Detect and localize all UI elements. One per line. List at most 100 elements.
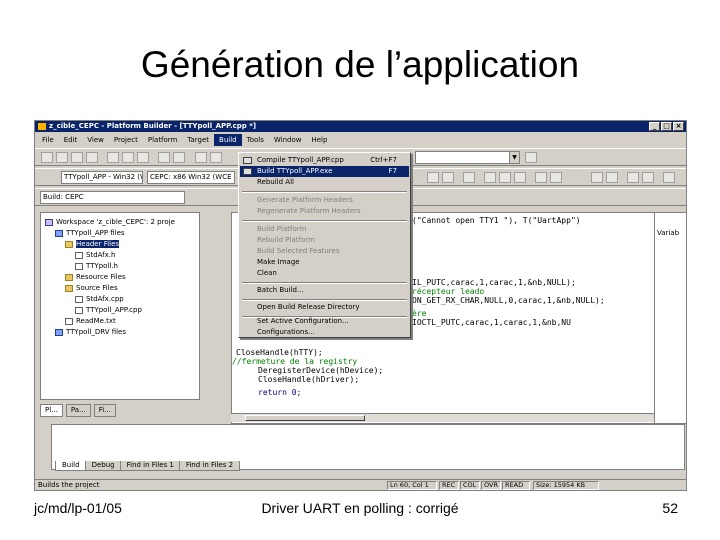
target-icon[interactable] <box>535 172 547 183</box>
tree-item-app-cpp[interactable]: TTYpoll_APP.cpp <box>75 305 142 315</box>
menu-item-generate-headers[interactable]: Generate Platform Headers <box>240 195 409 206</box>
compile-icon[interactable] <box>427 172 439 183</box>
code-line: DeregisterDevice(hDevice); <box>258 366 384 375</box>
breakpoint-icon[interactable] <box>499 172 511 183</box>
bookmark-icon[interactable] <box>627 172 639 183</box>
project-config-combo[interactable]: TTYpoll_APP - Win32 (WCE x86) Debug <box>61 171 143 184</box>
scroll-thumb[interactable] <box>245 415 365 421</box>
tree-item-header-files[interactable]: Header Files <box>65 239 120 249</box>
compile-icon <box>243 157 252 164</box>
menu-item-regenerate-headers[interactable]: Regenerate Platform Headers <box>240 206 409 217</box>
tab-files[interactable]: Fi... <box>93 404 116 417</box>
menu-item-build-selected[interactable]: Build Selected Features <box>240 246 409 257</box>
tree-item-app-project[interactable]: TTYpoll_APP files <box>55 228 125 238</box>
maximize-button[interactable]: □ <box>661 122 672 131</box>
output-icon[interactable] <box>210 152 222 163</box>
forward-icon[interactable] <box>606 172 618 183</box>
window-title: z_cible_CEPC - Platform Builder - [TTYpo… <box>49 122 257 130</box>
copy-icon[interactable] <box>122 152 134 163</box>
menu-item-batch-build[interactable]: Batch Build... <box>240 285 409 296</box>
stop-build-icon[interactable] <box>463 172 475 183</box>
find-in-files-icon[interactable] <box>525 152 537 163</box>
tab-find-in-files-1[interactable]: Find in Files 1 <box>119 461 181 471</box>
panel-grip[interactable] <box>40 424 52 470</box>
project-icon <box>55 229 63 237</box>
back-icon[interactable] <box>591 172 603 183</box>
menu-item-compile[interactable]: Compile TTYpoll_APP.cpp Ctrl+F7 <box>240 155 409 166</box>
statusbar: Builds the project Ln 60, Col 1 REC COL … <box>35 479 686 490</box>
menu-item-clean[interactable]: Clean <box>240 268 409 279</box>
tree-item-ttypoll-h[interactable]: TTYpoll.h <box>75 261 118 271</box>
tree-item-workspace[interactable]: Workspace 'z_cible_CEPC': 2 proje <box>45 217 175 227</box>
menu-window[interactable]: Window <box>269 134 307 146</box>
menu-item-open-release-dir[interactable]: Open Build Release Directory <box>240 302 409 313</box>
output-tabs: Build Debug Find in Files 1 Find in File… <box>55 461 241 471</box>
tree-item-drv-project[interactable]: TTYpoll_DRV files <box>55 327 126 337</box>
minimize-button[interactable]: _ <box>649 122 660 131</box>
menu-project[interactable]: Project <box>109 134 143 146</box>
workspace-tree: Workspace 'z_cible_CEPC': 2 proje TTYpol… <box>40 212 200 400</box>
new-file-icon[interactable] <box>41 152 53 163</box>
connect-icon[interactable] <box>550 172 562 183</box>
menu-item-build-exe[interactable]: Build TTYpoll_APP.exe F7 <box>240 166 409 177</box>
editor-hscrollbar[interactable] <box>231 413 655 422</box>
open-file-icon[interactable] <box>56 152 68 163</box>
chevron-down-icon: ▼ <box>509 152 519 163</box>
next-bookmark-icon[interactable] <box>642 172 654 183</box>
build-menu: Compile TTYpoll_APP.cpp Ctrl+F7 Build TTY… <box>238 152 411 338</box>
tab-parameters[interactable]: Pa... <box>65 404 91 417</box>
build-config-combo[interactable]: Build: CEPC <box>40 191 185 204</box>
menu-item-rebuild-all[interactable]: Rebuild All <box>240 177 409 188</box>
menu-view[interactable]: View <box>82 134 109 146</box>
close-button[interactable]: × <box>673 122 684 131</box>
build-icon[interactable] <box>442 172 454 183</box>
tab-find-in-files-2[interactable]: Find in Files 2 <box>178 461 241 471</box>
tree-item-stdafx-cpp[interactable]: StdAfx.cpp <box>75 294 124 304</box>
go-icon[interactable] <box>484 172 496 183</box>
save-icon[interactable] <box>71 152 83 163</box>
status-position: Ln 60, Col 1 <box>387 481 437 490</box>
menu-item-set-active-config[interactable]: Set Active Configuration... <box>240 316 409 327</box>
tree-item-source-files[interactable]: Source Files <box>65 283 118 293</box>
page-number: 52 <box>662 500 678 516</box>
menu-platform[interactable]: Platform <box>143 134 183 146</box>
tab-platform[interactable]: Pl... <box>40 404 63 417</box>
help-icon[interactable] <box>663 172 675 183</box>
find-combo[interactable]: ▼ <box>415 151 520 164</box>
tree-item-resource-files[interactable]: Resource Files <box>65 272 126 282</box>
folder-icon <box>65 284 73 292</box>
step-icon[interactable] <box>514 172 526 183</box>
file-icon <box>75 251 83 259</box>
menu-item-build-platform[interactable]: Build Platform <box>240 224 409 235</box>
variables-label: Variab <box>657 229 680 237</box>
redo-icon[interactable] <box>173 152 185 163</box>
menu-build[interactable]: Build <box>214 134 242 146</box>
menu-tools[interactable]: Tools <box>242 134 269 146</box>
menu-help[interactable]: Help <box>306 134 332 146</box>
status-rec: REC <box>439 481 459 490</box>
cut-icon[interactable] <box>107 152 119 163</box>
menubar: File Edit View Project Platform Target B… <box>35 134 686 146</box>
code-line: ère <box>412 309 427 318</box>
tree-item-readme[interactable]: ReadMe.txt <box>65 316 116 326</box>
menu-edit[interactable]: Edit <box>59 134 83 146</box>
tree-item-stdafx-h[interactable]: StdAfx.h <box>75 250 115 260</box>
status-read: READ <box>502 481 530 490</box>
code-line: IL_PUTC,carac,1,carac,1,&nb,NULL); <box>412 278 576 287</box>
save-all-icon[interactable] <box>86 152 98 163</box>
tab-build[interactable]: Build <box>55 461 87 471</box>
paste-icon[interactable] <box>137 152 149 163</box>
window-titlebar[interactable]: z_cible_CEPC - Platform Builder - [TTYpo… <box>35 121 686 132</box>
menu-item-make-image[interactable]: Make Image <box>240 257 409 268</box>
platform-config-combo[interactable]: CEPC: x86 Win32 (WCE x86) Debug <box>147 171 235 184</box>
undo-icon[interactable] <box>158 152 170 163</box>
menu-file[interactable]: File <box>37 134 59 146</box>
code-line: IOCTL_PUTC,carac,1,carac,1,&nb,NU <box>412 318 571 327</box>
workspace-icon <box>45 218 53 226</box>
menu-item-rebuild-platform[interactable]: Rebuild Platform <box>240 235 409 246</box>
file-icon <box>75 306 83 314</box>
workspace-icon[interactable] <box>195 152 207 163</box>
menu-target[interactable]: Target <box>182 134 214 146</box>
tab-debug[interactable]: Debug <box>84 461 122 471</box>
menu-item-configurations[interactable]: Configurations... <box>240 327 409 338</box>
